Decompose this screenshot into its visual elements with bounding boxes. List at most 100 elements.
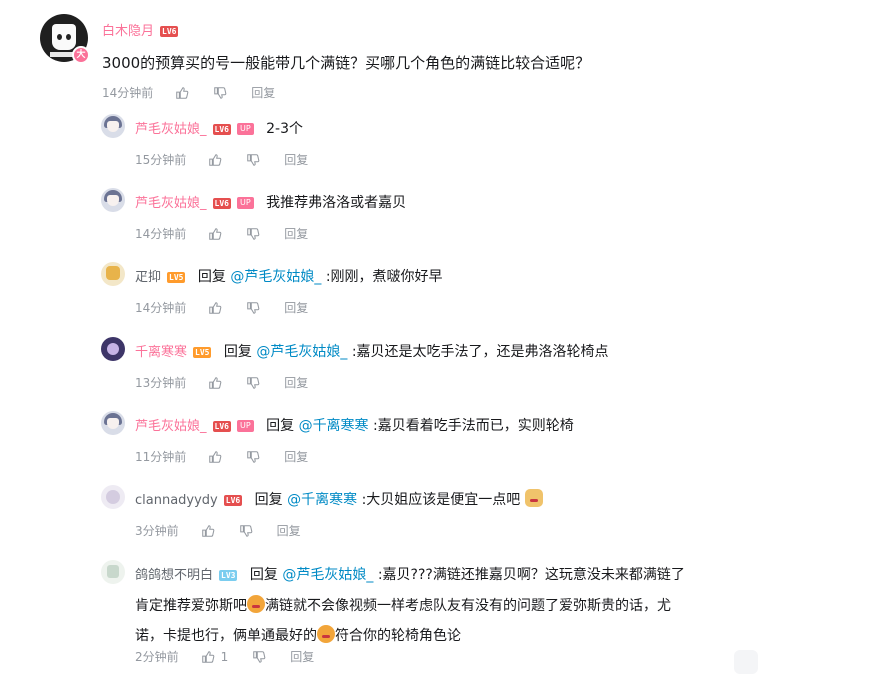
reply-meta: 14分钟前 回复 [135,299,308,316]
comment-meta: 14分钟前 回复 [102,84,275,101]
sticker-emoji-icon [317,625,335,643]
level-badge: LV6 [212,420,231,432]
reply-time: 13分钟前 [135,376,187,390]
reply-button[interactable]: 回复 [284,225,308,242]
reply-avatar[interactable] [101,114,125,138]
reply-button[interactable]: 回复 [284,448,308,465]
reply-button[interactable]: 回复 [277,522,301,539]
main-comment: 大 白木隐月 LV6 3000的预算买的号一般能带几个满链？买哪几个角色的满链比较… [40,14,880,114]
floating-action-button[interactable] [734,650,758,674]
like-button[interactable] [208,227,222,241]
like-button[interactable] [208,450,222,464]
reply-line: 芦毛灰姑娘_ LV6 UP 2-3个 [135,118,303,141]
thumb-up-icon [201,524,214,537]
thumb-down-icon [247,376,260,389]
like-button[interactable] [201,524,215,538]
thumb-down-icon [247,301,260,314]
dislike-button[interactable] [246,450,260,464]
reply-line: clannadyydy LV6 回复 @千离寒寒 :大贝姐应该是便宜一点吧 [135,489,543,512]
mention-link[interactable]: @芦毛灰姑娘_ [256,344,347,360]
reply-line: 疋抑 LV5 回复 @芦毛灰姑娘_ :刚刚，煮啵你好早 [135,266,443,289]
reply-username[interactable]: 疋抑 [135,270,161,285]
like-button[interactable] [208,301,222,315]
dislike-button[interactable] [246,153,260,167]
reply-meta: 3分钟前 回复 [135,522,301,539]
reply-text: :嘉贝还是太吃手法了，还是弗洛洛轮椅点 [347,344,609,360]
dislike-button[interactable] [239,524,253,538]
reply-meta: 2分钟前 1 回复 [135,648,314,665]
reply-meta: 13分钟前 回复 [135,374,308,391]
mention-link[interactable]: @芦毛灰姑娘_ [230,269,321,285]
reply-username[interactable]: 鸽鸽想不明白 [135,568,213,583]
like-button[interactable] [175,86,189,100]
reply-username[interactable]: 千离寒寒 [135,345,187,360]
avatar-face [52,24,76,50]
dog-emoji-icon [524,489,543,507]
level-badge: LV6 [212,197,231,209]
like-button[interactable] [208,153,222,167]
reply-avatar[interactable] [101,560,125,584]
reply-avatar[interactable] [101,188,125,212]
reply-username[interactable]: clannadyydy [135,493,218,508]
reply-avatar[interactable] [101,262,125,286]
thumb-down-icon [253,650,266,663]
like-button[interactable]: 1 [201,649,229,664]
thumb-down-icon [214,86,227,99]
level-badge: LV6 [160,26,179,37]
reply-prefix: 回复 [249,567,283,583]
comment-text: 3000的预算买的号一般能带几个满链？买哪几个角色的满链比较合适呢？ [102,54,591,72]
reply-time: 11分钟前 [135,450,187,464]
reply-prefix: 回复 [266,418,299,434]
reply-avatar[interactable] [101,485,125,509]
dislike-button[interactable] [213,86,227,100]
reply-text: :刚刚，煮啵你好早 [321,269,443,285]
dislike-button[interactable] [246,376,260,390]
username-text[interactable]: 白木隐月 [102,24,154,39]
reply-time: 2分钟前 [135,650,179,664]
reply-prefix: 回复 [197,269,231,285]
vip-badge: 大 [72,46,90,64]
reply-button[interactable]: 回复 [284,299,308,316]
like-count: 1 [220,649,229,664]
mention-link[interactable]: @千离寒寒 [299,418,369,434]
reply-username[interactable]: 芦毛灰姑娘_ [135,196,207,211]
reply-time: 15分钟前 [135,153,187,167]
reply-username[interactable]: 芦毛灰姑娘_ [135,122,207,137]
level-badge: LV3 [219,569,238,581]
reply-line: 芦毛灰姑娘_ LV6 UP 我推荐弗洛洛或者嘉贝 [135,192,406,215]
reply-avatar[interactable] [101,337,125,361]
comment-username[interactable]: 白木隐月 LV6 [102,20,179,39]
thumb-up-icon [209,450,222,463]
reply-button[interactable]: 回复 [290,648,314,665]
reply-button[interactable]: 回复 [284,374,308,391]
reply-time: 14分钟前 [135,301,187,315]
like-button[interactable] [208,376,222,390]
reply-username[interactable]: 芦毛灰姑娘_ [135,419,207,434]
mention-link[interactable]: @芦毛灰姑娘_ [282,567,373,583]
reply-meta: 11分钟前 回复 [135,448,308,465]
dislike-button[interactable] [252,650,266,664]
thumb-up-icon [209,153,222,166]
thumb-up-icon [209,301,222,314]
reply-button[interactable]: 回复 [284,151,308,168]
dislike-button[interactable] [246,227,260,241]
reply-text: :大贝姐应该是便宜一点吧 [357,492,521,508]
reply-meta: 15分钟前 回复 [135,151,308,168]
reply-avatar[interactable] [101,411,125,435]
thumb-up-icon [209,227,222,240]
mention-link[interactable]: @千离寒寒 [287,492,357,508]
thumb-up-icon [176,86,189,99]
level-badge: LV6 [212,123,231,135]
thumb-down-icon [247,227,260,240]
thumb-down-icon [239,524,252,537]
thumb-up-icon [201,650,214,663]
reply-text-end: 符合你的轮椅角色论 [335,628,461,644]
thumb-down-icon [247,153,260,166]
reply-prefix: 回复 [254,492,288,508]
dislike-button[interactable] [246,301,260,315]
reply-line: 千离寒寒 LV5 回复 @芦毛灰姑娘_ :嘉贝还是太吃手法了，还是弗洛洛轮椅点 [135,341,609,364]
thumb-down-icon [247,450,260,463]
up-badge: UP [236,420,254,432]
reply-button[interactable]: 回复 [251,84,275,101]
reply-text: :嘉贝看着吃手法而已，实则轮椅 [368,418,574,434]
